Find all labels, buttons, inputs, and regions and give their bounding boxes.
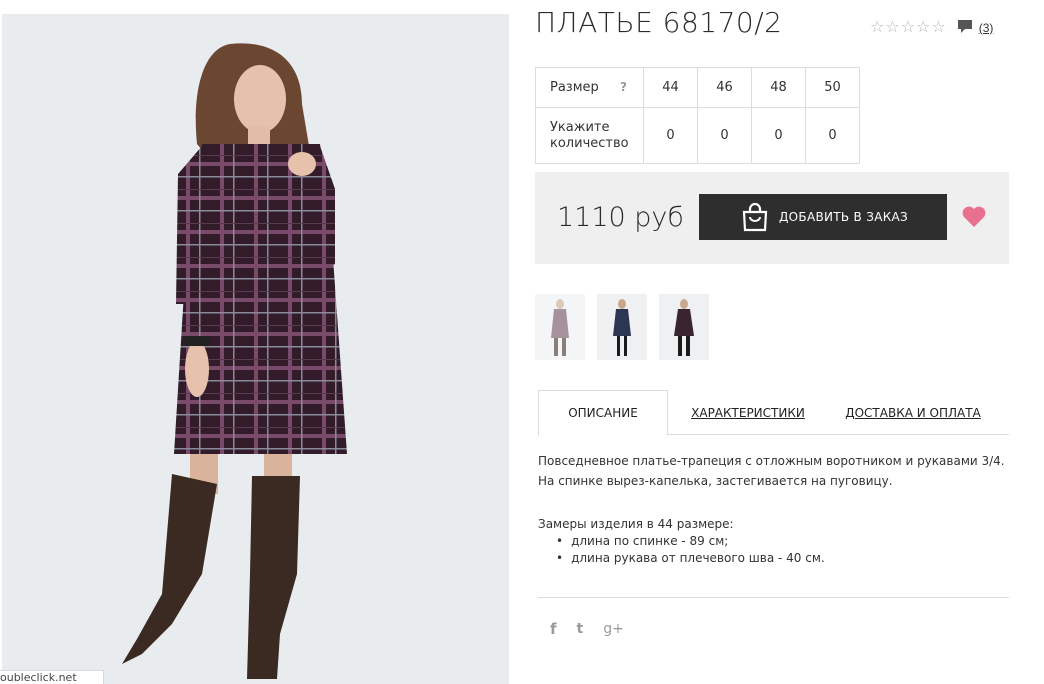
thumbnail-2[interactable]	[597, 294, 647, 360]
size-label: Размер	[550, 80, 599, 95]
add-to-order-label: ДОБАВИТЬ В ЗАКАЗ	[779, 210, 909, 224]
size-table: Размер ? 44 46 48 50 Укажите количество …	[535, 67, 860, 164]
review-count-link[interactable]: (3)	[979, 21, 994, 35]
twitter-icon[interactable]: t	[577, 621, 584, 637]
quantity-input-44[interactable]: 0	[643, 107, 698, 164]
size-option-44[interactable]: 44	[643, 67, 698, 108]
facebook-icon[interactable]: f	[550, 620, 557, 638]
star-icon[interactable]: ☆	[870, 19, 884, 36]
tab-delivery[interactable]: ДОСТАВКА И ОПЛАТА	[843, 390, 983, 435]
thumbnail-1[interactable]	[535, 294, 585, 360]
quantity-label: Укажите количество	[535, 107, 644, 164]
thumbnail-gallery	[535, 294, 709, 360]
product-title: ПЛАТЬЕ 68170/2	[535, 6, 783, 39]
size-label-cell: Размер ?	[535, 67, 644, 108]
quantity-input-46[interactable]: 0	[697, 107, 752, 164]
quantity-row: Укажите количество 0 0 0 0	[535, 107, 860, 164]
quantity-input-48[interactable]: 0	[751, 107, 806, 164]
ad-domain-label[interactable]: oubleclick.net	[0, 670, 104, 684]
size-help-icon[interactable]: ?	[620, 80, 627, 94]
measurements-title: Замеры изделия в 44 размере:	[538, 517, 734, 531]
star-icon[interactable]: ☆	[901, 19, 915, 36]
price-panel: 1110 руб ДОБАВИТЬ В ЗАКАЗ	[535, 172, 1009, 264]
star-icon[interactable]: ☆	[916, 19, 930, 36]
size-row: Размер ? 44 46 48 50	[535, 67, 860, 108]
product-price: 1110 руб	[557, 202, 684, 233]
star-icon[interactable]: ☆	[931, 19, 945, 36]
product-tabs: ОПИСАНИЕ ХАРАКТЕРИСТИКИ ДОСТАВКА И ОПЛАТ…	[538, 390, 1009, 436]
main-product-photo[interactable]	[2, 14, 509, 684]
list-item: длина по спинке - 89 см;	[556, 533, 1013, 550]
model-image	[122, 43, 347, 679]
social-share: f t g+	[550, 620, 624, 638]
measurements-list: длина по спинке - 89 см; длина рукава от…	[556, 533, 1013, 567]
size-option-50[interactable]: 50	[805, 67, 860, 108]
star-icon[interactable]: ☆	[885, 19, 899, 36]
description-panel: Повседневное платье-трапеция с отложным …	[538, 451, 1013, 567]
thumbnail-3[interactable]	[659, 294, 709, 360]
comment-icon[interactable]	[957, 18, 973, 39]
tab-description[interactable]: ОПИСАНИЕ	[538, 390, 668, 436]
shopping-bag-icon	[741, 202, 769, 235]
google-plus-icon[interactable]: g+	[603, 621, 624, 637]
product-rating[interactable]: ☆ ☆ ☆ ☆ ☆ (3)	[870, 16, 993, 39]
size-option-48[interactable]: 48	[751, 67, 806, 108]
description-text: Повседневное платье-трапеция с отложным …	[538, 454, 1005, 488]
quantity-input-50[interactable]: 0	[805, 107, 860, 164]
heart-icon[interactable]	[961, 205, 987, 234]
divider	[538, 597, 1009, 598]
add-to-order-button[interactable]: ДОБАВИТЬ В ЗАКАЗ	[699, 194, 947, 240]
tab-characteristics[interactable]: ХАРАКТЕРИСТИКИ	[688, 390, 808, 435]
list-item: длина рукава от плечевого шва - 40 см.	[556, 550, 1013, 567]
size-option-46[interactable]: 46	[697, 67, 752, 108]
